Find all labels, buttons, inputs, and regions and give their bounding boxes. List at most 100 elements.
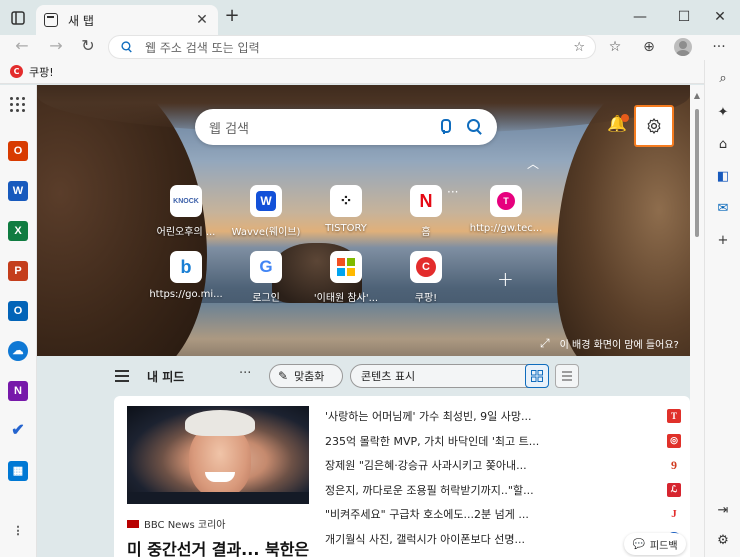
quick-link-label: 쿠팡!	[414, 293, 438, 304]
feed-title[interactable]: 내 피드	[147, 368, 184, 385]
quick-link-label: TISTORY	[325, 223, 367, 234]
sidebar-add-icon[interactable]: +	[713, 230, 733, 250]
quick-link-label: '이태원 참사'...	[313, 293, 379, 304]
close-window-button[interactable]: ✕	[700, 6, 740, 28]
sidebar-hide-icon[interactable]: ⇥	[713, 500, 733, 520]
background-info[interactable]: ⤢ 이 배경 화면이 맘에 들어요?	[540, 336, 679, 351]
app-launcher-icon[interactable]	[10, 97, 26, 113]
quick-link-more-icon[interactable]: ···	[447, 185, 458, 199]
publisher-icon: T	[667, 409, 681, 424]
quick-link-label: https://go.mi...	[149, 289, 223, 300]
quick-link-tile[interactable]: T http://gw.tec...	[468, 185, 544, 249]
calendar-app-icon[interactable]: ▦	[8, 461, 28, 481]
content-select-label: 콘텐츠 표시	[361, 370, 416, 383]
content-visibility-select[interactable]: 콘텐츠 표시 ⌄	[350, 364, 546, 388]
more-apps-icon[interactable]: ⋮	[8, 521, 28, 541]
background-image: 웹 검색 🔔 ︿ KNOCK 어린오후의 ... W Wavve(웨이브) ⁘ …	[37, 85, 690, 356]
hamburger-menu-icon[interactable]	[115, 370, 129, 385]
quick-link-tile[interactable]: ⁘ TISTORY	[308, 185, 384, 249]
news-title: "비켜주세요" 구급차 호소에도...2분 넘게 ...	[325, 508, 529, 522]
feed-toolbar: 내 피드 ··· ✎ 맞춤화 콘텐츠 표시 ⌄	[37, 356, 690, 396]
news-item[interactable]: 235억 몰락한 MVP, 가치 바닥인데 '최고 트... ◎	[325, 429, 681, 454]
personalize-icon: ✎	[278, 369, 289, 383]
tab-title: 새 탭	[68, 13, 94, 28]
collections-icon[interactable]: ⊕	[638, 37, 660, 57]
quick-link-tile[interactable]: W Wavve(웨이브)	[228, 185, 304, 249]
favorites-bar: C 쿠팡!	[0, 60, 740, 84]
search-icon[interactable]	[467, 119, 483, 135]
feed-more-icon[interactable]: ···	[239, 366, 251, 381]
address-bar[interactable]: 웹 주소 검색 또는 입력 ☆	[108, 35, 596, 59]
scrollbar-thumb[interactable]	[695, 109, 699, 237]
grid-view-button[interactable]	[525, 364, 549, 388]
feedback-label: 피드백	[649, 540, 678, 552]
collapse-links-icon[interactable]: ︿	[527, 155, 539, 172]
forward-button[interactable]: →	[42, 35, 70, 59]
news-item[interactable]: '사랑하는 어머님께' 가수 최성빈, 9일 사망... T	[325, 404, 681, 429]
quick-link-icon: N	[410, 185, 442, 217]
news-item[interactable]: "비켜주세요" 구급차 호소에도...2분 넘게 ... J	[325, 502, 681, 527]
office-sidebar: O W X P O ☁ N ✔ ▦ ⋮	[0, 85, 37, 557]
refresh-button[interactable]: ↻	[74, 35, 102, 59]
add-favorite-icon[interactable]: ☆	[573, 40, 585, 55]
favorite-coupang-link[interactable]: 쿠팡!	[29, 64, 54, 80]
quick-link-icon	[330, 251, 362, 283]
news-item[interactable]: 정은지, 까다로운 조용필 허락받기까지.."할... ℒ	[325, 478, 681, 503]
personalize-button[interactable]: ✎ 맞춤화	[269, 364, 343, 388]
onenote-icon[interactable]: N	[8, 381, 28, 401]
new-tab-icon	[44, 13, 58, 27]
quick-link-tile[interactable]: '이태원 참사'...	[308, 251, 384, 315]
page-settings-button[interactable]	[634, 105, 674, 147]
sidebar-outlook-icon[interactable]: ✉	[713, 198, 733, 218]
news-title: '사랑하는 어머님께' 가수 최성빈, 9일 사망...	[325, 410, 532, 424]
edge-sidebar: ⌕ ✦ ⌂ ◧ ✉ + ⇥ ⚙	[704, 60, 740, 557]
feedback-button[interactable]: 💬 피드백	[624, 533, 686, 555]
quick-link-icon: T	[490, 185, 522, 217]
quick-link-tile[interactable]: C 쿠팡!	[388, 251, 464, 315]
quick-link-icon: KNOCK	[170, 185, 202, 217]
favorites-icon[interactable]: ☆	[604, 37, 626, 57]
sidebar-discover-icon[interactable]: ✦	[713, 102, 733, 122]
microphone-icon[interactable]	[437, 119, 451, 135]
tab-strip: 새 탭 ✕ + — ☐ ✕	[0, 0, 740, 35]
news-list: '사랑하는 어머님께' 가수 최성빈, 9일 사망... T 235억 몰락한 M…	[325, 404, 681, 551]
tab-close-icon[interactable]: ✕	[194, 12, 210, 28]
minimize-button[interactable]: —	[620, 6, 660, 28]
quick-link-icon: W	[250, 185, 282, 217]
sidebar-search-icon[interactable]: ⌕	[713, 68, 733, 88]
sidebar-office-icon[interactable]: ◧	[713, 166, 733, 186]
quick-link-tile[interactable]: KNOCK 어린오후의 ...	[148, 185, 224, 249]
navigation-bar: ← → ↻ 웹 주소 검색 또는 입력 ☆ ☆ ⊕ ···	[0, 35, 740, 60]
onedrive-icon[interactable]: ☁	[8, 341, 28, 361]
new-tab-button[interactable]: +	[222, 7, 242, 27]
scroll-up-icon[interactable]: ▲	[692, 91, 702, 100]
quick-link-tile[interactable]: G 로그인	[228, 251, 304, 315]
sidebar-shopping-icon[interactable]: ⌂	[713, 134, 733, 154]
powerpoint-icon[interactable]: P	[8, 261, 28, 281]
todo-icon[interactable]: ✔	[8, 421, 28, 441]
maximize-button[interactable]: ☐	[664, 6, 704, 28]
excel-icon[interactable]: X	[8, 221, 28, 241]
microsoft-logo-icon	[337, 258, 355, 276]
more-menu-icon[interactable]: ···	[708, 37, 730, 57]
web-search-box[interactable]: 웹 검색	[195, 109, 497, 145]
tab-new-tab[interactable]: 새 탭 ✕	[36, 5, 218, 35]
article-photo[interactable]	[127, 406, 309, 504]
quick-link-tile[interactable]: b https://go.mi...	[148, 251, 224, 315]
publisher-icon: 9	[671, 457, 677, 472]
sidebar-settings-icon[interactable]: ⚙	[713, 530, 733, 550]
article-source-name: BBC News 코리아	[144, 520, 226, 531]
profile-button[interactable]	[672, 37, 694, 57]
tab-actions-button[interactable]	[4, 6, 32, 30]
list-view-button[interactable]	[555, 364, 579, 388]
add-quick-link-icon[interactable]: +	[497, 267, 514, 291]
word-icon[interactable]: W	[8, 181, 28, 201]
office-icon[interactable]: O	[8, 141, 28, 161]
news-item[interactable]: 장제원 "김은혜·강승규 사과시키고 쫒아내... 9	[325, 453, 681, 478]
back-button[interactable]: ←	[8, 35, 36, 59]
article-headline[interactable]: 미 중간선거 결과... 북한은	[127, 536, 309, 557]
page-scrollbar[interactable]: ▲	[690, 85, 704, 557]
outlook-icon[interactable]: O	[8, 301, 28, 321]
portrait-suit	[127, 492, 309, 504]
notifications-bell-icon[interactable]: 🔔	[607, 114, 629, 138]
